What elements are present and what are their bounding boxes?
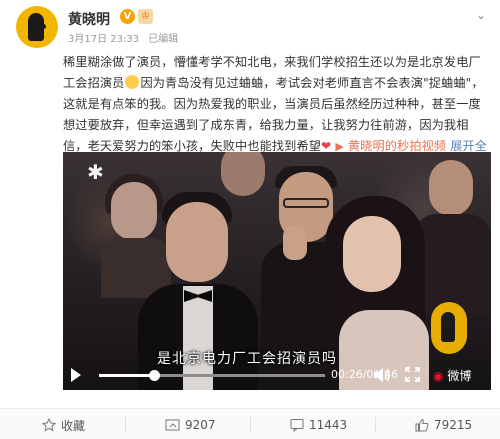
laughing-emoji-icon xyxy=(125,75,140,89)
star-outline-icon xyxy=(42,418,56,432)
author-name[interactable]: 黄晓明 xyxy=(68,9,110,29)
avatar-silhouette-icon xyxy=(28,13,46,41)
crown-badge-icon: ♔ xyxy=(138,9,153,24)
repost-count: 9207 xyxy=(185,418,216,432)
favorite-label: 收藏 xyxy=(61,418,86,433)
favorite-button[interactable]: 收藏 xyxy=(42,416,85,434)
fullscreen-icon[interactable] xyxy=(405,367,420,382)
post-edited-label: 已编辑 xyxy=(148,34,179,45)
comment-count: 11443 xyxy=(309,418,348,432)
thumbs-up-icon xyxy=(415,418,429,432)
heart-emoji-icon: ❤ xyxy=(321,139,332,153)
volume-icon[interactable] xyxy=(373,367,391,383)
video-link-label: 黄晓明的秒拍视频 xyxy=(347,139,447,153)
repost-button[interactable]: 9207 xyxy=(165,416,216,434)
video-link[interactable]: ▶ 黄晓明的秒拍视频 xyxy=(335,139,446,153)
play-icon[interactable] xyxy=(71,368,81,382)
post-meta: 3月17日 23:33 已编辑 xyxy=(68,30,184,45)
like-button[interactable]: 79215 xyxy=(415,416,472,434)
divider xyxy=(125,417,126,432)
post-text-part2: 因为青岛没有见过蛐蛐，考试会对老师直言不会表演 xyxy=(140,76,424,90)
avatar[interactable] xyxy=(16,6,58,48)
weibo-brand-label: 微博 xyxy=(447,369,472,383)
action-bar: 收藏 9207 11443 79215 xyxy=(0,408,500,439)
like-count: 79215 xyxy=(434,418,473,432)
comment-icon xyxy=(290,419,304,432)
video-player[interactable]: ✱ 是北京电力厂工会招演员吗 00:26/01:46 ◉ 微博 xyxy=(63,152,491,390)
progress-handle[interactable] xyxy=(149,370,160,381)
star-icon: ✱ xyxy=(87,160,104,184)
progress-fill xyxy=(99,374,154,377)
post-text-quote: "捉蛐蛐" xyxy=(423,76,472,90)
comment-button[interactable]: 11443 xyxy=(290,416,347,434)
post-header: 黄晓明 V ♔ 3月17日 23:33 已编辑 ⌄ xyxy=(10,4,490,48)
verified-badge-icon: V xyxy=(120,9,135,24)
repost-icon xyxy=(165,419,180,431)
weibo-logo: ◉ 微博 xyxy=(433,369,472,383)
more-options-chevron-icon[interactable]: ⌄ xyxy=(476,8,486,22)
video-controls: 00:26/01:46 ◉ 微博 xyxy=(63,362,491,390)
divider xyxy=(250,417,251,432)
post-date[interactable]: 3月17日 23:33 xyxy=(68,34,139,45)
divider xyxy=(375,417,376,432)
watermark-logo xyxy=(431,302,467,354)
progress-bar[interactable] xyxy=(99,370,325,381)
